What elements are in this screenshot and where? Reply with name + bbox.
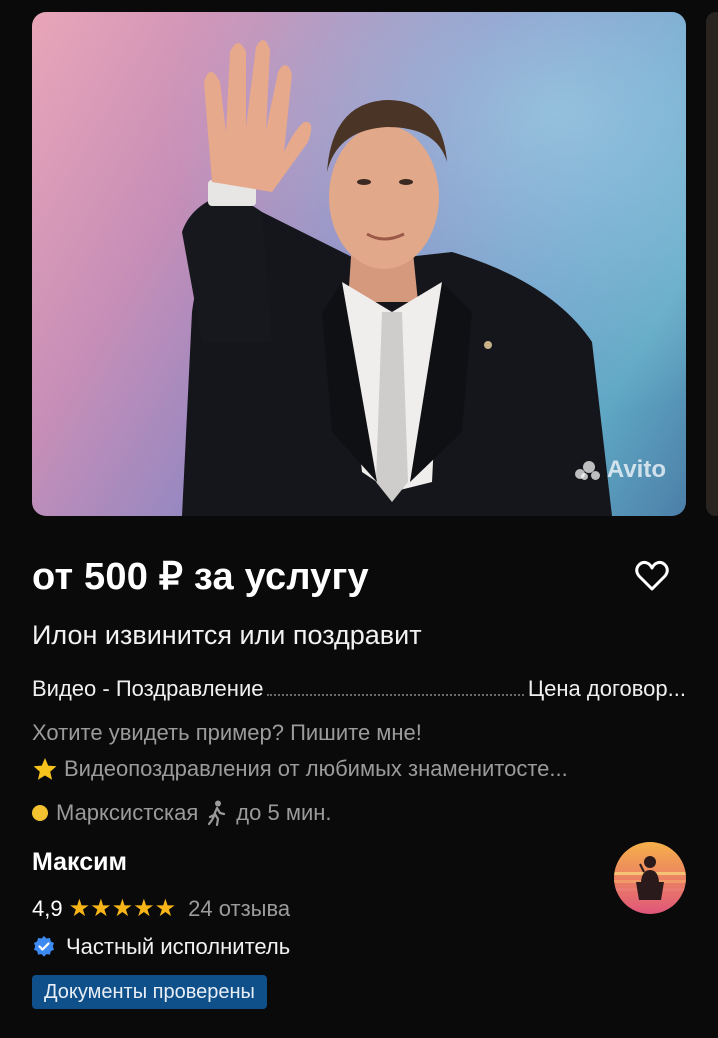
seller-rating[interactable]: 4,9 ★★★★★ 24 отзыва [32,894,290,923]
next-photo-preview[interactable] [706,12,718,516]
seller-name[interactable]: Максим [32,848,127,877]
photo-illustration [32,12,686,516]
speaker-avatar-icon [614,842,686,914]
avito-logo-icon [574,459,603,481]
description-line-1: Хотите увидеть пример? Пишите мне! [32,720,422,745]
avatar[interactable] [614,842,686,914]
metro-info: Марксистская до 5 мин. [32,800,332,826]
listing-title[interactable]: Илон извинится или поздравит [32,620,422,651]
param-name: Видео - Поздравление [32,676,264,701]
reviews-count: 24 отзыва [188,895,291,921]
dotted-leader [267,694,524,696]
description-line-2: Видеопоздравления от любимых знаменитост… [32,756,568,782]
param-value: Цена договор... [527,676,686,701]
listing-param-row: Видео - Поздравление Цена договор... [32,672,686,702]
heart-icon[interactable] [634,558,670,594]
documents-verified-badge: Документы проверены [32,975,267,1009]
metro-line-dot [32,805,48,821]
walk-time: до 5 мин. [236,800,332,825]
rating-value: 4,9 [32,895,63,921]
seller-type: Частный исполнитель [32,934,290,960]
avito-watermark: Avito [574,456,666,484]
listing-photo[interactable]: Avito [32,12,686,516]
walking-person-icon [208,800,226,826]
star-icon [33,758,57,780]
verified-check-icon [34,936,54,957]
rating-stars: ★★★★★ [68,895,177,922]
listing-price: от 500 ₽ за услугу [32,556,369,598]
metro-station: Марксистская [56,800,199,825]
